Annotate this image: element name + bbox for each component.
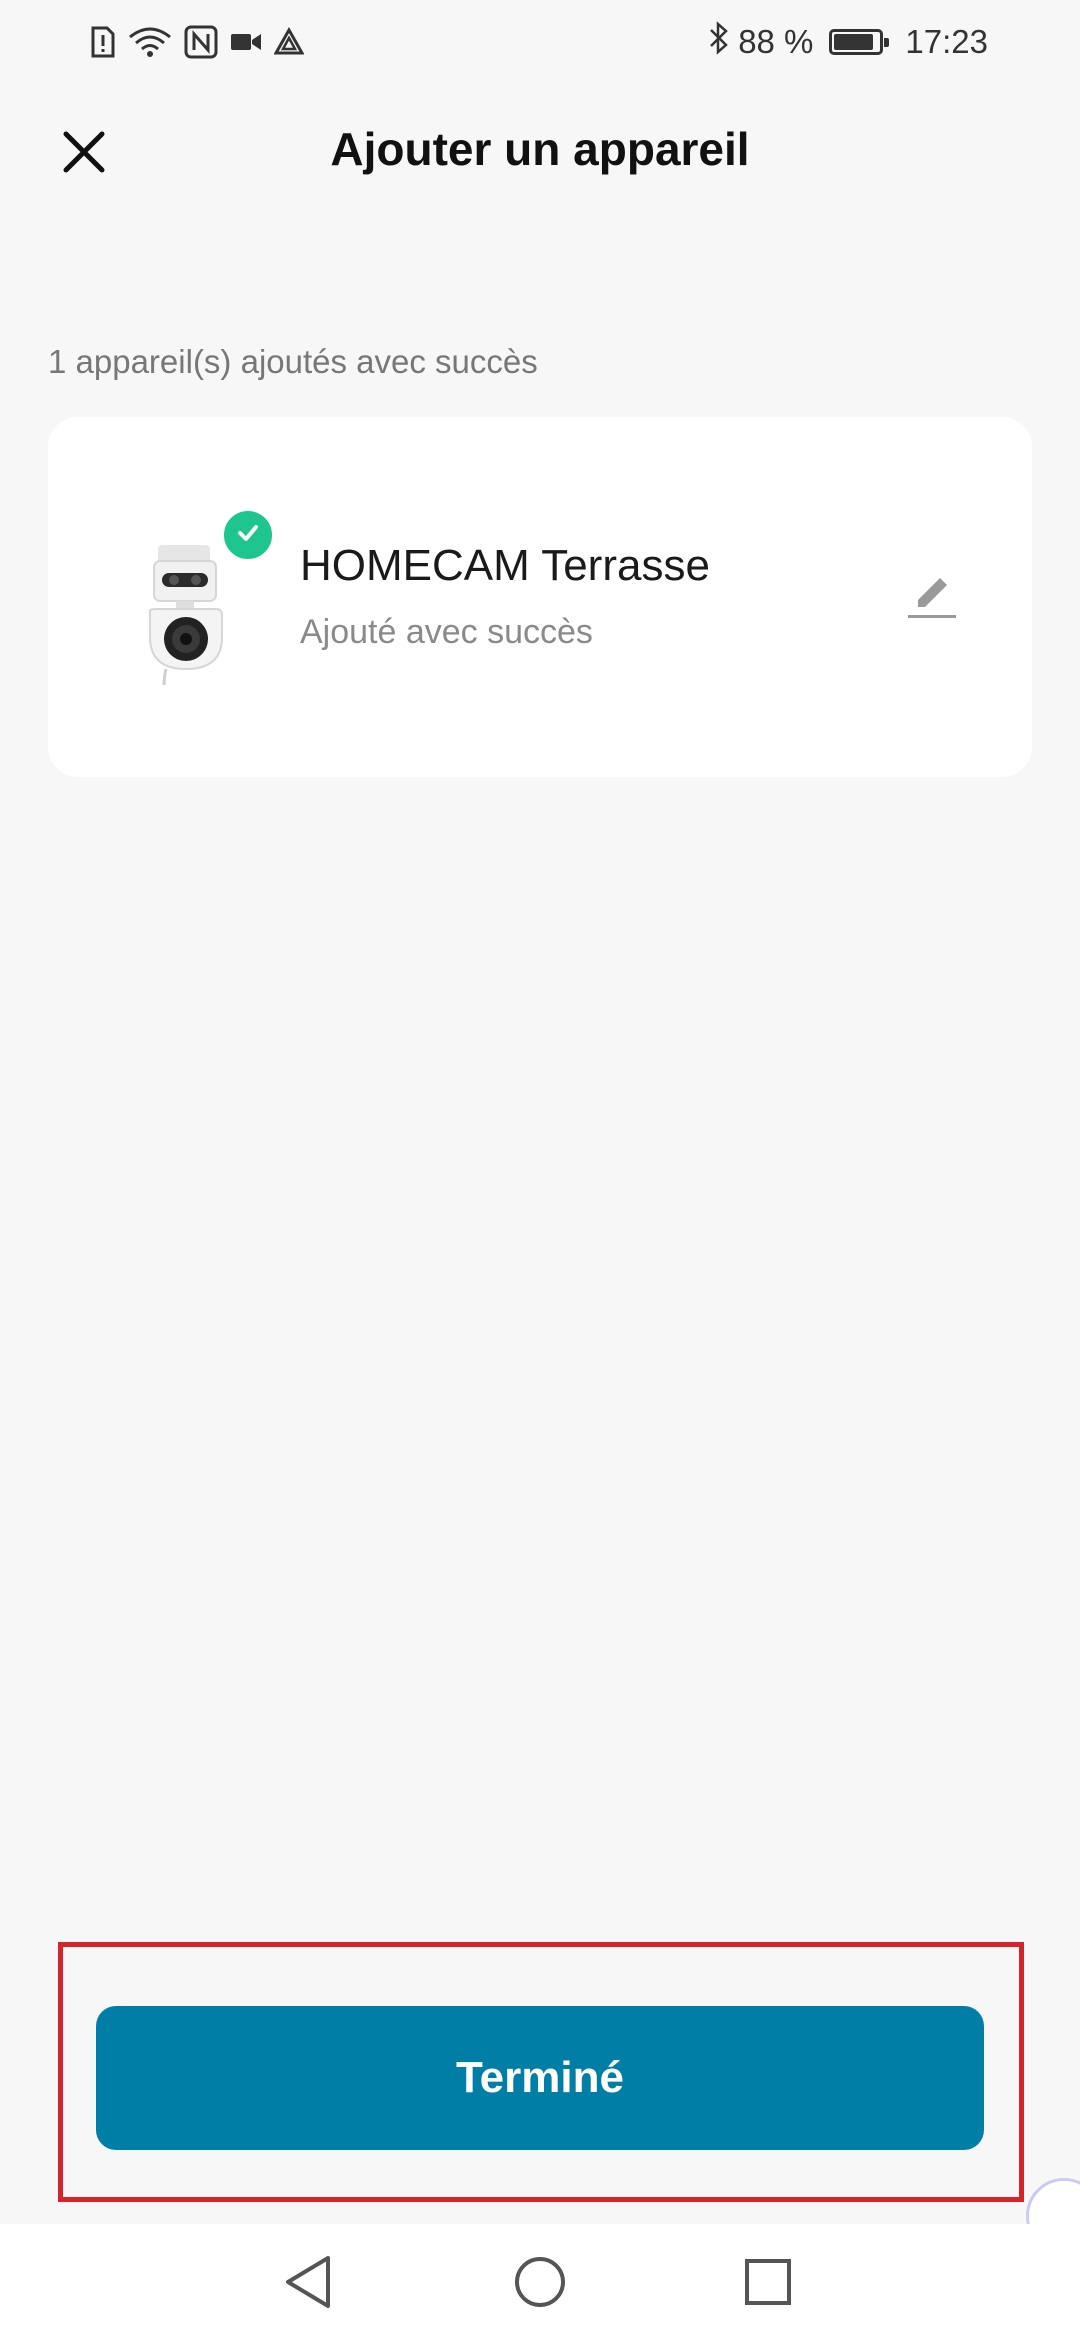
status-icons-left <box>90 22 304 62</box>
camera-device-image <box>136 545 236 686</box>
back-icon <box>282 2254 334 2315</box>
success-check-badge <box>220 507 276 563</box>
bluetooth-icon <box>708 21 730 63</box>
nfc-icon <box>184 25 218 59</box>
nav-recents-button[interactable] <box>736 2252 800 2316</box>
recents-icon <box>742 2256 794 2313</box>
device-card[interactable]: HOMECAM Terrasse Ajouté avec succès <box>48 417 1032 777</box>
battery-icon <box>829 29 890 55</box>
nav-back-button[interactable] <box>276 2252 340 2316</box>
pencil-icon <box>904 567 960 628</box>
navigation-icon <box>274 27 304 57</box>
wifi-icon <box>128 25 172 59</box>
success-summary: 1 appareil(s) ajoutés avec succès <box>48 343 538 380</box>
check-icon <box>234 519 262 552</box>
done-button[interactable]: Terminé <box>96 2006 984 2150</box>
status-bar: 88 % 17:23 <box>0 0 1080 84</box>
video-camera-icon <box>230 31 262 53</box>
nav-home-button[interactable] <box>508 2252 572 2316</box>
clock: 17:23 <box>905 23 988 60</box>
device-status: Ajouté avec succès <box>300 613 593 651</box>
battery-fill <box>834 34 873 50</box>
sim-alert-icon <box>90 26 116 58</box>
battery-percent: 88 % <box>738 23 814 60</box>
device-name: HOMECAM Terrasse <box>300 541 710 590</box>
status-icons-right: 88 % 17:23 <box>708 20 988 64</box>
navigation-bar <box>0 2224 1080 2340</box>
home-icon <box>512 2254 568 2315</box>
edit-device-name-button[interactable] <box>896 561 968 633</box>
page-title: Ajouter un appareil <box>330 123 750 175</box>
